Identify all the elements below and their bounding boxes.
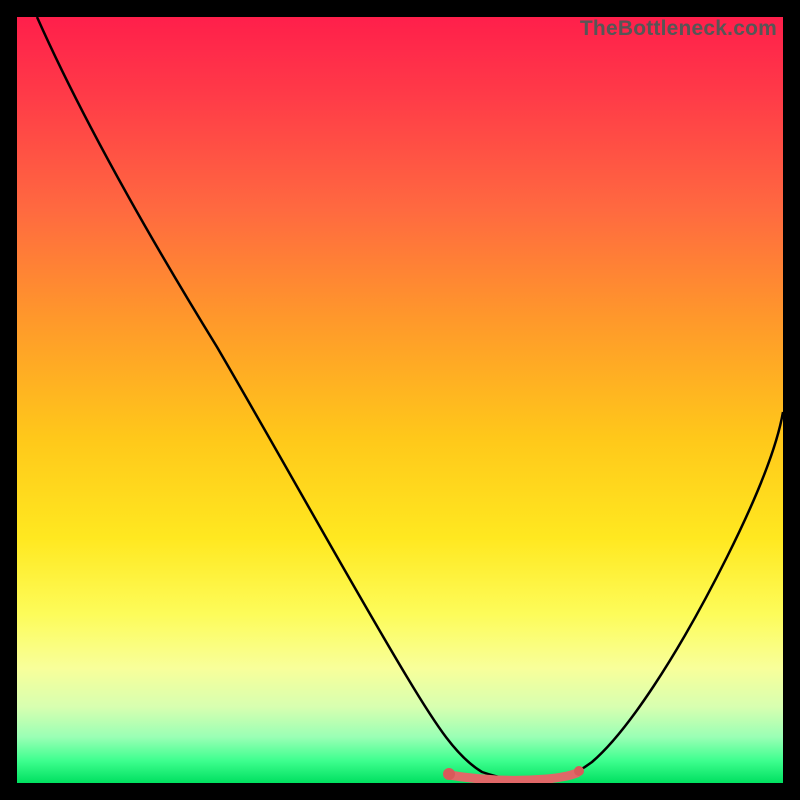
minimum-start-dot: [443, 768, 455, 780]
minimum-end-dot: [574, 766, 584, 776]
chart-frame: TheBottleneck.com: [0, 0, 800, 800]
plot-area: TheBottleneck.com: [17, 17, 783, 783]
right-curve: [537, 412, 783, 781]
left-curve: [37, 17, 537, 781]
curve-layer: [17, 17, 783, 783]
minimum-highlight: [449, 773, 577, 780]
